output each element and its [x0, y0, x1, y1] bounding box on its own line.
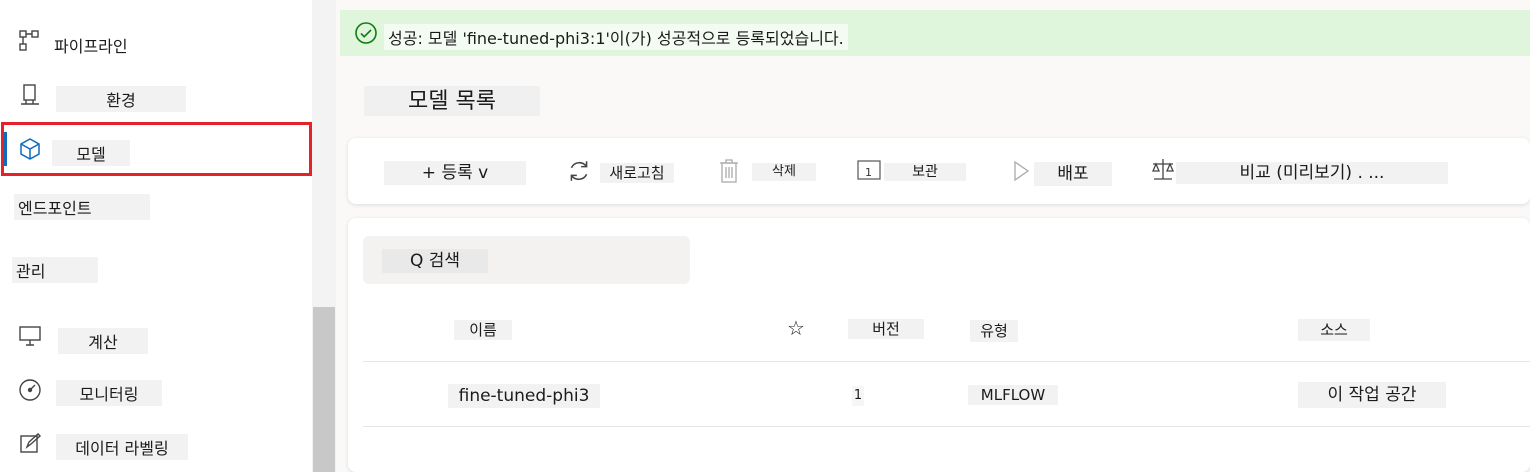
column-header-source[interactable]: 소스	[1298, 319, 1370, 341]
sidebar-item-label: 모델	[52, 140, 130, 166]
svg-text:1: 1	[865, 166, 872, 179]
sidebar-scrollbar-thumb[interactable]	[313, 307, 335, 472]
edit-icon	[18, 432, 42, 456]
header-divider	[363, 361, 1530, 362]
refresh-icon	[566, 158, 592, 188]
deploy-button[interactable]: 배포	[1034, 162, 1112, 186]
column-header-name[interactable]: 이름	[454, 320, 512, 340]
sidebar-item-pipelines[interactable]: 파이프라인	[0, 18, 312, 66]
sidebar-item-endpoints[interactable]: 엔드포인트	[0, 182, 312, 230]
sidebar-item-label: 파이프라인	[54, 37, 128, 56]
sidebar-item-compute[interactable]: 계산	[0, 314, 312, 362]
sidebar-item-label: 계산	[58, 328, 148, 354]
pipeline-icon	[18, 29, 42, 53]
model-name-link[interactable]: fine-tuned-phi3	[448, 384, 600, 408]
search-label: Q 검색	[382, 249, 488, 273]
sidebar-item-models[interactable]: 모델	[0, 126, 312, 174]
column-header-type[interactable]: 유형	[970, 320, 1018, 342]
archive-button[interactable]: 보관	[884, 163, 966, 181]
row-divider	[363, 426, 1530, 427]
sidebar-item-label: 모니터링	[56, 380, 162, 406]
left-navigation: 파이프라인 환경 모델 엔드포인트 관리 계산 모니터링 데이터 라벨링	[0, 0, 312, 472]
page-title: 모델 목록	[364, 86, 540, 116]
deploy-play-icon	[1012, 160, 1030, 186]
model-cube-icon	[18, 137, 42, 161]
column-header-version[interactable]: 버전	[848, 319, 924, 339]
sidebar-item-data-labeling[interactable]: 데이터 라벨링	[0, 422, 312, 470]
model-type: MLFLOW	[968, 385, 1058, 405]
compare-scale-icon	[1150, 156, 1176, 186]
environment-icon	[18, 83, 42, 107]
sidebar-item-label: 데이터 라벨링	[56, 434, 188, 460]
sidebar-item-environments[interactable]: 환경	[0, 72, 312, 120]
sidebar-item-label: 엔드포인트	[14, 194, 150, 220]
trash-icon	[718, 158, 740, 188]
delete-button[interactable]: 삭제	[752, 163, 816, 181]
register-button[interactable]: + 등록 v	[384, 161, 526, 185]
sidebar-section-label: 관리	[12, 257, 98, 283]
refresh-button[interactable]: 새로고침	[600, 163, 674, 183]
check-circle-icon	[354, 21, 378, 45]
model-source: 이 작업 공간	[1298, 382, 1446, 408]
gauge-icon	[18, 378, 42, 402]
archive-icon: 1	[856, 159, 882, 185]
sidebar-item-monitoring[interactable]: 모니터링	[0, 368, 312, 416]
favorite-star-icon[interactable]: ☆	[784, 316, 808, 340]
banner-message: 성공: 모델 'fine-tuned-phi3:1'이(가) 성공적으로 등록되…	[384, 24, 848, 50]
sidebar-item-label: 환경	[56, 86, 186, 112]
compute-monitor-icon	[18, 324, 42, 348]
model-version: 1	[852, 386, 864, 406]
compare-button[interactable]: 비교 (미리보기) . ...	[1176, 162, 1448, 184]
sidebar-section-manage: 관리	[0, 245, 312, 293]
